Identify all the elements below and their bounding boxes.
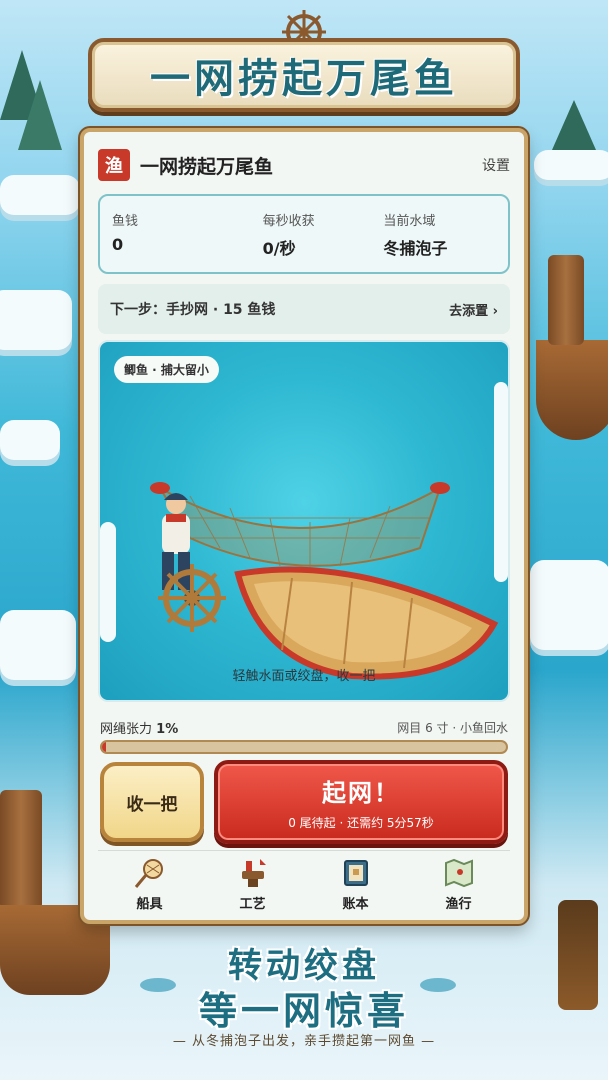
app-logo-icon: 渔 — [98, 149, 130, 181]
next-step-bar: 下一步：手抄网 · 15 鱼钱 去添置 › — [98, 284, 510, 334]
mooring-post — [0, 790, 42, 910]
tension-row: 网绳张力 1% 网目 6 寸 · 小鱼回水 — [100, 718, 508, 737]
mooring-post — [548, 255, 584, 345]
map-icon — [444, 858, 473, 888]
mesh-info: 网目 6 寸 · 小鱼回水 — [397, 721, 508, 735]
stat-water-label: 当前水域 — [383, 214, 436, 229]
app-name: 一网捞起万尾鱼 — [140, 155, 274, 178]
tension-label: 网绳张力 1% — [100, 718, 397, 737]
nav-label: 船具 — [136, 897, 163, 912]
stat-money-label: 鱼钱 — [112, 214, 139, 229]
stat-money-value: 0 — [112, 235, 124, 254]
next-step-text: 下一步：手抄网 · 15 鱼钱 — [110, 302, 276, 318]
collect-button[interactable]: 收一把 — [100, 762, 204, 842]
ice-floe — [530, 560, 608, 650]
slogan-line-2: 等一网惊喜 — [198, 988, 409, 1033]
panel-header: 渔 一网捞起万尾鱼 设置 — [98, 148, 510, 182]
settings-button[interactable]: 设置 — [482, 155, 510, 175]
nav-label: 渔行 — [445, 897, 472, 912]
pine-tree — [552, 100, 596, 150]
moored-boat — [536, 340, 608, 440]
ice-edge — [494, 382, 508, 582]
ledger-icon — [343, 860, 368, 886]
anvil-icon — [241, 859, 266, 887]
tension-progress-fill — [102, 742, 107, 752]
water-scene[interactable]: 鲫鱼 · 捕大留小 轻触水面或绞盘，收一把 — [98, 340, 510, 702]
winch-wheel-icon[interactable] — [154, 560, 230, 636]
stats-card: 鱼钱 0 每秒收获 0/秒 当前水域 冬捕泡子 — [98, 194, 510, 274]
ice-floe — [0, 290, 72, 350]
ice-edge — [100, 522, 116, 642]
tagline: — 从冬捕泡子出发，亲手攒起第一网鱼 — — [172, 1034, 436, 1049]
ice-floe — [0, 420, 60, 460]
nav-label: 账本 — [342, 897, 369, 912]
stat-rate-value: 0/秒 — [262, 239, 296, 258]
nav-label: 工艺 — [239, 897, 266, 912]
ice-floe — [0, 610, 76, 680]
stat-money: 鱼钱 0 — [112, 210, 225, 258]
haul-net-button[interactable]: 起网！ 0 尾待起 · 还需约 5分57秒 — [214, 760, 508, 844]
title-banner: 一网捞起万尾鱼 — [88, 38, 520, 112]
tension-label-text: 网绳张力 — [100, 722, 153, 737]
pine-tree — [18, 80, 62, 150]
stat-water: 当前水域 冬捕泡子 — [375, 210, 496, 258]
haul-net-sublabel: 0 尾待起 · 还需约 5分57秒 — [288, 816, 434, 830]
stat-rate: 每秒收获 0/秒 — [225, 210, 376, 258]
go-buy-link[interactable]: 去添置 › — [449, 300, 498, 319]
bottom-nav: 船具 工艺 账本 渔行 — [98, 850, 510, 918]
stat-water-value: 冬捕泡子 — [383, 239, 448, 258]
banner-title: 一网捞起万尾鱼 — [150, 55, 458, 102]
stat-rate-label: 每秒收获 — [262, 214, 315, 229]
haul-net-label: 起网！ — [322, 779, 400, 807]
ice-floe — [0, 175, 80, 215]
scene-hint: 轻触水面或绞盘，收一把 — [232, 669, 376, 684]
game-panel: 渔 一网捞起万尾鱼 设置 鱼钱 0 每秒收获 0/秒 当前水域 冬捕泡子 下一步… — [80, 128, 528, 924]
tension-progress-bar — [100, 740, 508, 754]
nav-item-gear[interactable]: 船具 — [98, 851, 201, 918]
nav-item-market[interactable]: 渔行 — [407, 851, 510, 918]
ice-floe — [534, 150, 608, 180]
scoop-net-icon — [134, 859, 163, 888]
tension-value: 1% — [156, 722, 179, 737]
fish-species-tag: 鲫鱼 · 捕大留小 — [114, 356, 219, 383]
nav-item-craft[interactable]: 工艺 — [201, 851, 304, 918]
nav-item-ledger[interactable]: 账本 — [304, 851, 407, 918]
